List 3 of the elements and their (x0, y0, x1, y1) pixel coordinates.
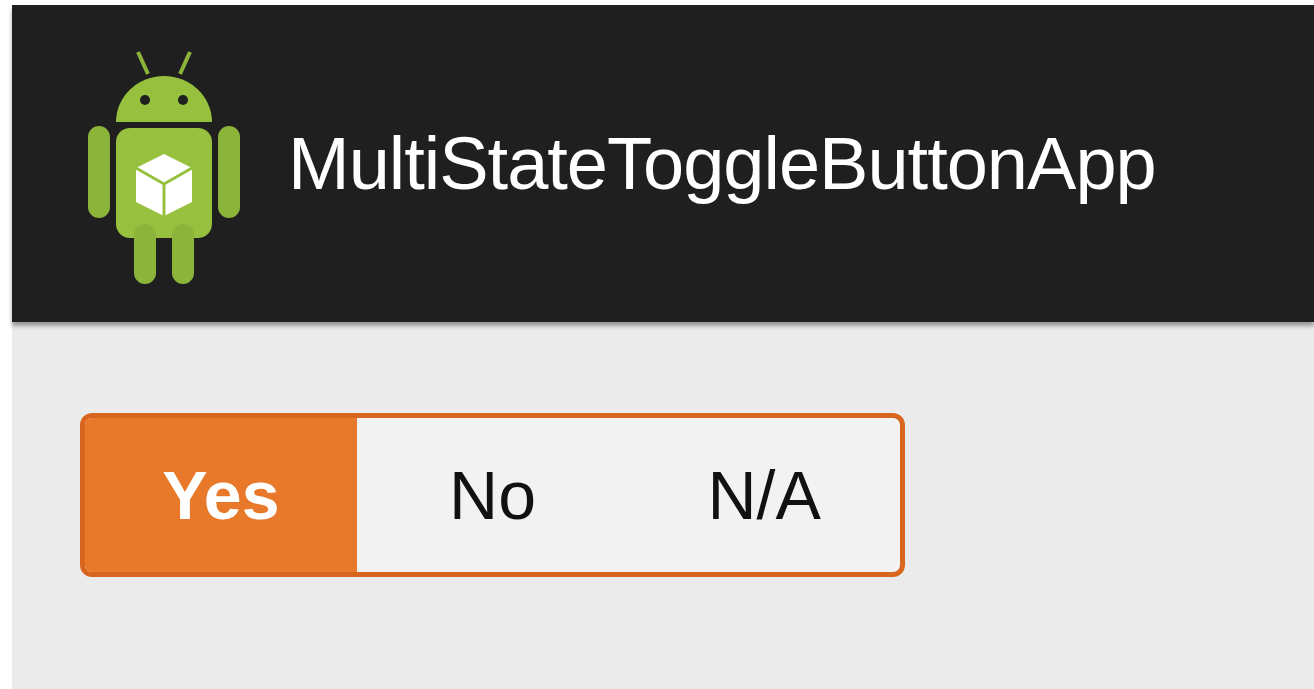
toggle-option[interactable]: No (356, 418, 629, 572)
toggle-option[interactable]: N/A (628, 418, 900, 572)
app-title: MultiStateToggleButtonApp (288, 121, 1156, 206)
